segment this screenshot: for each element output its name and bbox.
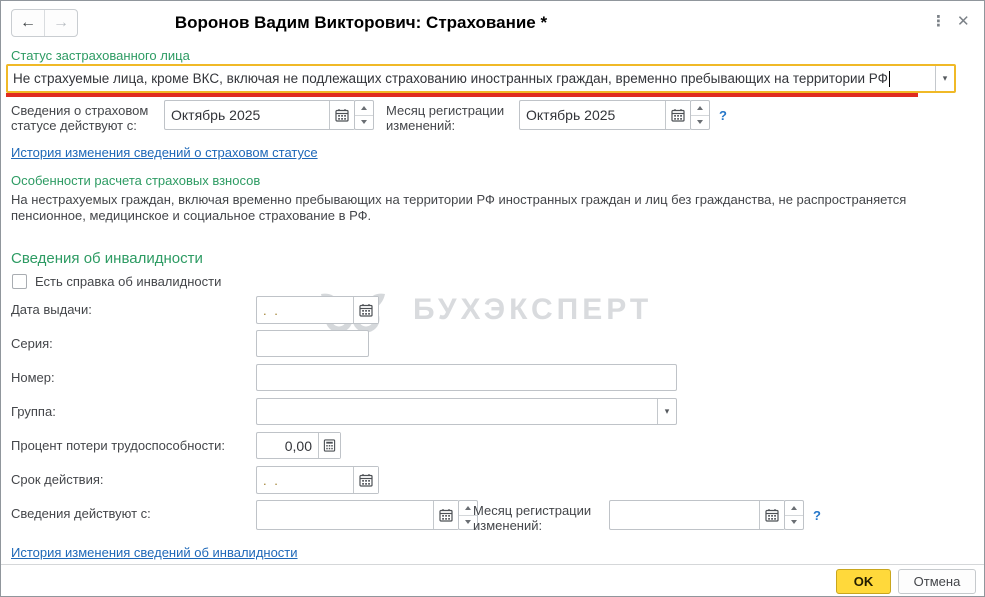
effective-label: Сведения действуют с: — [11, 506, 151, 521]
status-input[interactable]: Не страхуемые лица, кроме ВКС, включая н… — [6, 64, 956, 93]
percent-input[interactable]: 0,00 — [256, 432, 341, 459]
issue-date-label: Дата выдачи: — [11, 302, 92, 317]
chevron-down-icon: ▾ — [942, 73, 948, 83]
more-menu-icon[interactable]: ⋮ — [931, 14, 946, 29]
page-title: Воронов Вадим Викторович: Страхование * — [174, 13, 548, 32]
effective-field-group — [256, 500, 478, 530]
calendar-icon[interactable] — [665, 101, 690, 129]
disability-reg-month-spinner[interactable] — [784, 500, 804, 530]
help-icon[interactable]: ? — [719, 108, 727, 123]
red-underline-annotation — [6, 93, 918, 97]
back-button[interactable]: ← — [12, 10, 45, 36]
series-label: Серия: — [11, 336, 53, 351]
disability-header: Сведения об инвалидности — [11, 250, 203, 267]
period-label: Сведения о страховом статусе действуют с… — [11, 103, 149, 133]
validity-input[interactable]: . . — [256, 466, 379, 494]
period-field-group: Октябрь 2025 — [164, 100, 374, 130]
disability-reg-month-label: Месяц регистрации изменений: — [473, 503, 592, 533]
spinner-down-icon[interactable] — [691, 116, 709, 130]
effective-input[interactable] — [256, 500, 459, 530]
calendar-icon[interactable] — [353, 297, 378, 323]
period-spinner[interactable] — [354, 100, 374, 130]
calendar-icon[interactable] — [433, 501, 458, 529]
percent-label: Процент потери трудоспособности: — [11, 438, 225, 453]
cancel-button[interactable]: Отмена — [898, 569, 976, 594]
calendar-icon[interactable] — [759, 501, 784, 529]
validity-label: Срок действия: — [11, 472, 104, 487]
spinner-down-icon[interactable] — [355, 116, 373, 130]
reg-month-field-group: Октябрь 2025 ? — [519, 100, 727, 130]
period-input[interactable]: Октябрь 2025 — [164, 100, 355, 130]
spinner-up-icon[interactable] — [691, 101, 709, 116]
insurance-form-window: ← → Воронов Вадим Викторович: Страховани… — [0, 0, 985, 597]
nav-button-group: ← → — [11, 9, 78, 37]
reg-month-label: Месяц регистрации изменений: — [386, 103, 505, 133]
disability-checkbox-label: Есть справка об инвалидности — [35, 274, 222, 289]
issue-date-input[interactable]: . . — [256, 296, 379, 324]
notes-title: Особенности расчета страховых взносов — [11, 173, 261, 188]
disability-reg-month-field-group: ? — [609, 500, 821, 530]
help-icon[interactable]: ? — [813, 508, 821, 523]
history-status-link[interactable]: История изменения сведений о страховом с… — [11, 145, 318, 160]
chevron-down-icon[interactable]: ▾ — [657, 399, 676, 424]
reg-month-input[interactable]: Октябрь 2025 — [519, 100, 691, 130]
disability-checkbox-row: Есть справка об инвалидности — [12, 274, 221, 289]
calendar-icon[interactable] — [353, 467, 378, 493]
text-caret — [888, 70, 890, 87]
notes-text: На нестрахуемых граждан, включая временн… — [11, 192, 907, 223]
close-icon[interactable]: ✕ — [957, 14, 970, 29]
forward-button[interactable]: → — [45, 10, 77, 36]
percent-value: 0,00 — [284, 437, 312, 454]
calculator-icon[interactable] — [318, 433, 340, 458]
ok-button[interactable]: OK — [836, 569, 891, 594]
issue-date-placeholder: . . — [263, 302, 280, 318]
spinner-up-icon[interactable] — [355, 101, 373, 116]
history-disability-link[interactable]: История изменения сведений об инвалиднос… — [11, 545, 298, 560]
disability-checkbox[interactable] — [12, 274, 27, 289]
spinner-down-icon[interactable] — [785, 516, 803, 530]
calendar-icon[interactable] — [329, 101, 354, 129]
group-input[interactable]: ▾ — [256, 398, 677, 425]
reg-month-spinner[interactable] — [690, 100, 710, 130]
footer-divider — [1, 564, 984, 565]
forward-arrow-icon: → — [53, 14, 69, 31]
reg-month-value: Октябрь 2025 — [526, 107, 616, 123]
period-value: Октябрь 2025 — [171, 107, 261, 123]
spinner-up-icon[interactable] — [785, 501, 803, 516]
group-label: Группа: — [11, 404, 56, 419]
disability-reg-month-input[interactable] — [609, 500, 785, 530]
status-label: Статус застрахованного лица — [11, 48, 190, 63]
back-arrow-icon: ← — [20, 14, 36, 31]
watermark-text: БУХЭКСПЕРТ — [413, 293, 653, 326]
number-input[interactable] — [256, 364, 677, 391]
status-value: Не страхуемые лица, кроме ВКС, включая н… — [13, 71, 888, 86]
number-label: Номер: — [11, 370, 55, 385]
validity-placeholder: . . — [263, 472, 280, 488]
series-input[interactable] — [256, 330, 369, 357]
status-dropdown-button[interactable]: ▾ — [935, 66, 954, 91]
